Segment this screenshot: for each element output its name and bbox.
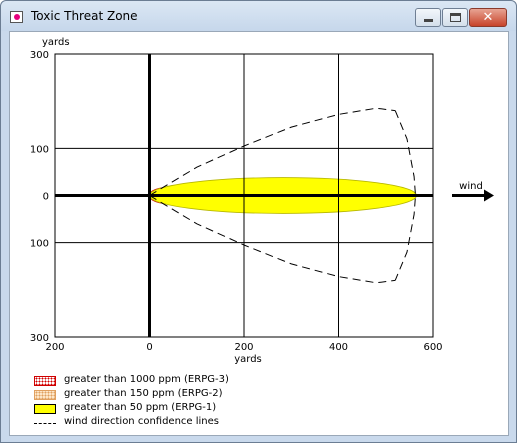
x-tick-label: 200 [234,342,253,353]
close-button[interactable]: ✕ [469,8,507,27]
minimize-button[interactable] [415,8,441,27]
legend-label: greater than 150 ppm (ERPG-2) [64,388,223,399]
legend-label: greater than 1000 ppm (ERPG-3) [64,374,229,385]
close-icon: ✕ [482,10,494,25]
app-icon [10,11,23,23]
dashed-line-swatch [34,423,56,424]
title-bar[interactable]: Toxic Threat Zone ✕ [1,1,516,31]
erpg1-swatch [34,404,56,414]
wind-label: wind [459,181,483,192]
wind-arrow-head-icon [484,189,494,202]
threat-zone-client-area: yards yards wind 200 0 200 400 600 300 100 0 100… [9,31,509,436]
toxic-threat-zone-window: Toxic Threat Zone ✕ yards yards wind 200… [0,0,517,443]
y-tick-label: 100 [30,144,49,155]
minimize-icon [424,19,433,22]
x-axis-label: yards [234,354,262,365]
x-tick-label: 600 [423,342,442,353]
window-title: Toxic Threat Zone [31,9,138,23]
maximize-icon [450,13,461,22]
erpg3-swatch [34,376,56,386]
legend-label: greater than 50 ppm (ERPG-1) [64,402,217,413]
y-tick-label: 300 [30,333,49,344]
legend-label: wind direction confidence lines [64,416,219,427]
y-tick-label: 0 [43,192,49,203]
y-tick-label: 300 [30,50,49,61]
y-axis-label: yards [42,37,70,48]
x-tick-label: 400 [329,342,348,353]
erpg2-swatch [34,390,56,400]
maximize-button[interactable] [442,8,468,27]
y-tick-label: 100 [30,239,49,250]
x-tick-label: 0 [146,342,152,353]
